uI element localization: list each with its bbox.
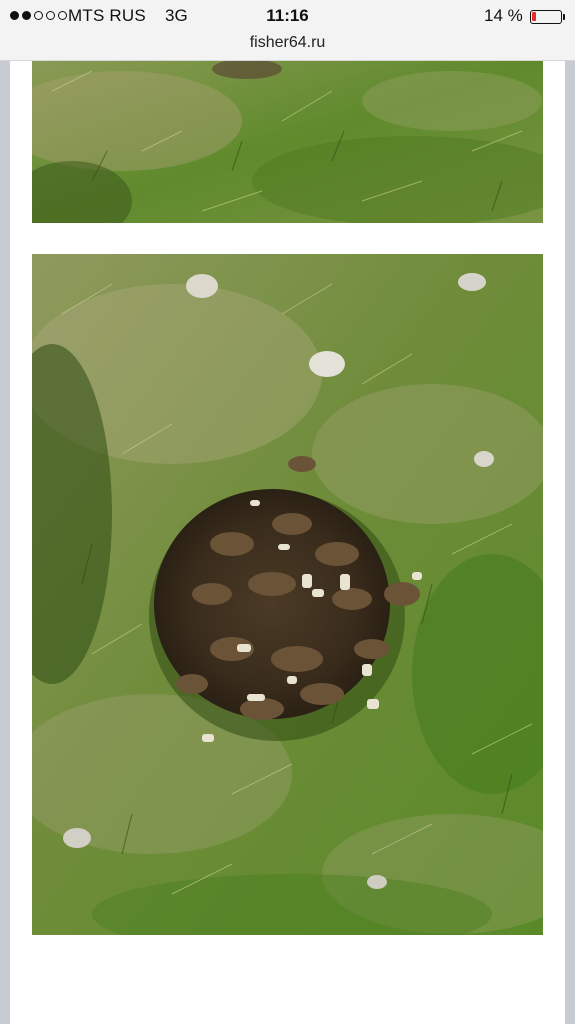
battery-level-fill [532, 12, 536, 21]
battery-icon [530, 10, 562, 24]
article-content [10, 61, 565, 1024]
status-bar: MTS RUS 3G 11:16 14 % fisher64.ru [0, 0, 575, 61]
morels-photo-image [32, 254, 543, 935]
grass-photo[interactable] [32, 61, 543, 223]
address-bar-url[interactable]: fisher64.ru [0, 34, 575, 52]
grass-photo-image [32, 61, 543, 223]
status-row: MTS RUS 3G 11:16 14 % [0, 4, 575, 28]
battery-nub [563, 14, 565, 20]
page-background [0, 61, 575, 1024]
battery-percent: 14 % [484, 6, 523, 25]
morels-pile-photo[interactable] [32, 254, 543, 935]
